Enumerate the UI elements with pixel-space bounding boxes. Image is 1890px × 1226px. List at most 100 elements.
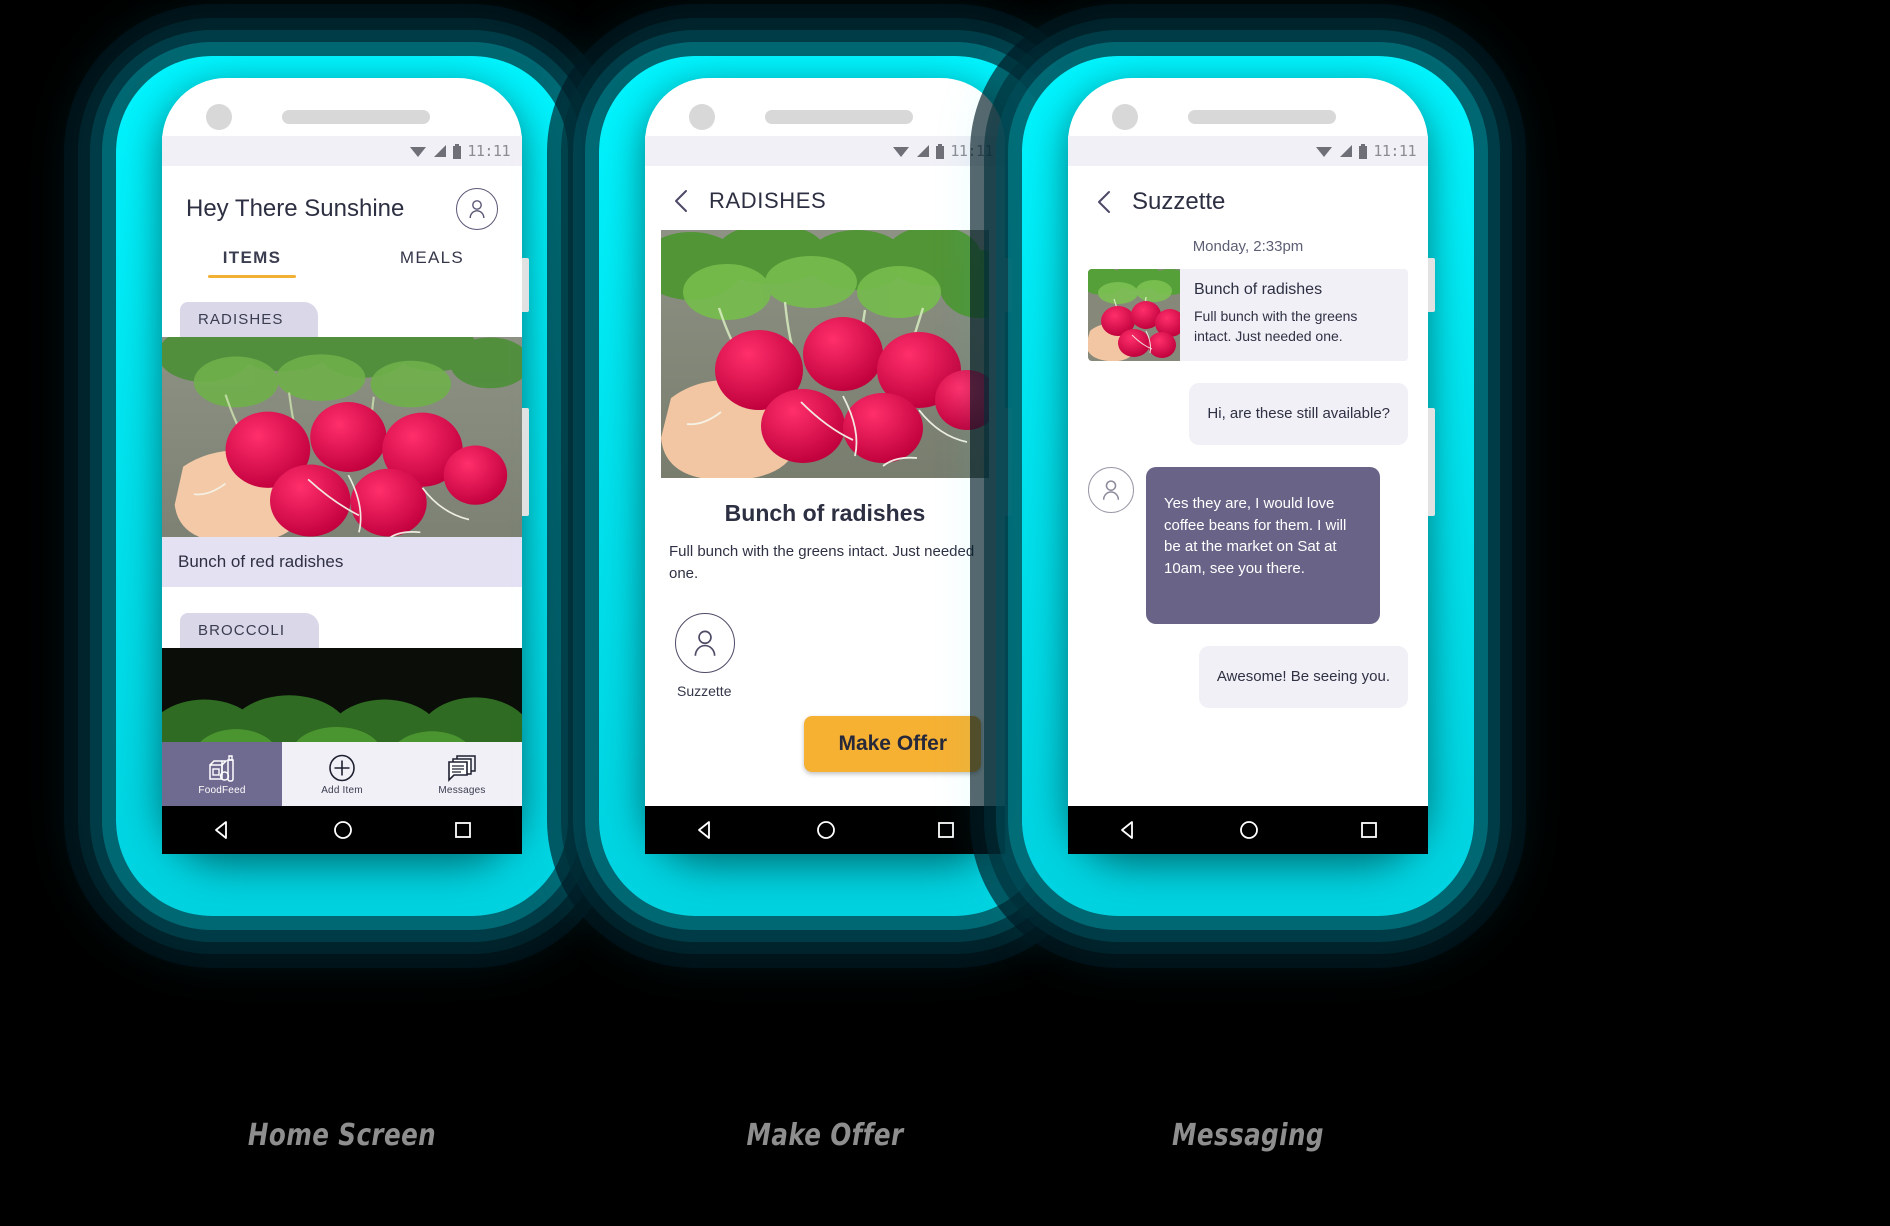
- radish-thumbnail: [1088, 269, 1180, 361]
- battery-icon: [936, 143, 945, 159]
- earpiece-speaker: [1188, 110, 1336, 124]
- tab-active-underline: [208, 275, 296, 278]
- item-title: Bunch of radishes: [724, 500, 926, 526]
- item-card-title: Bunch of radishes: [1194, 281, 1323, 298]
- listing-caption: Bunch of red radishes: [162, 537, 522, 587]
- seller-avatar: [675, 612, 735, 673]
- circle-home-icon[interactable]: [815, 819, 837, 841]
- listing-card-radishes[interactable]: Bunch of red radishes: [162, 337, 522, 587]
- message-bubble-outgoing[interactable]: Awesome! Be seeing you.: [1198, 645, 1408, 708]
- profile-avatar-button[interactable]: [456, 188, 498, 230]
- listing-chip-wrap-broccoli: BROCCOLI: [162, 587, 522, 648]
- listing-chip-wrap-radishes: RADISHES: [162, 288, 522, 337]
- listing-category-chip: BROCCOLI: [180, 613, 320, 648]
- page-title: Suzzette: [1132, 188, 1226, 215]
- status-bar: 11:11: [1068, 136, 1428, 166]
- android-nav-bar: [1068, 806, 1428, 854]
- person-avatar-icon: [694, 630, 716, 656]
- wifi-icon: [893, 147, 910, 157]
- triangle-back-icon[interactable]: [1117, 819, 1139, 841]
- android-nav-bar: [162, 806, 522, 854]
- message-row: Hi, are these still available?: [1088, 383, 1408, 445]
- front-camera-dot: [689, 104, 715, 130]
- seller-block[interactable]: Suzzette: [675, 612, 1005, 699]
- earpiece-speaker: [765, 110, 913, 124]
- signal-icon: [434, 145, 447, 157]
- wifi-icon: [410, 147, 427, 157]
- nav-foodfeed[interactable]: FoodFeed: [162, 742, 282, 806]
- status-time: 11:11: [467, 142, 510, 160]
- status-bar: 11:11: [645, 136, 1005, 166]
- groceries-icon: [209, 754, 234, 782]
- android-nav-bar: [645, 806, 1005, 854]
- home-screen: 11:11 Hey There Sunshine ITEMS MEALS RAD…: [162, 136, 522, 806]
- tab-meals-label: MEALS: [399, 248, 465, 267]
- item-card-text: Full bunch with the greens intact. Just …: [1194, 308, 1358, 344]
- status-time: 11:11: [950, 142, 993, 160]
- message-row: Bunch of radishes Full bunch with the gr…: [1088, 269, 1408, 361]
- circle-home-icon[interactable]: [1238, 819, 1260, 841]
- nav-messages-label: Messages: [438, 784, 486, 796]
- nav-messages[interactable]: Messages: [402, 742, 522, 806]
- radish-photo: [162, 337, 522, 537]
- person-avatar-icon: [469, 200, 485, 219]
- nav-add-item[interactable]: Add Item: [282, 742, 402, 806]
- bottom-navigation: FoodFeed Add Item Messages: [162, 742, 522, 806]
- phone-device-messaging: 11:11 Suzzette Monday, 2:33pm Bunch of r…: [1068, 78, 1435, 854]
- earpiece-speaker: [282, 110, 430, 124]
- phone-device-detail: 11:11 RADISHES Bunch of radishes Full bu…: [645, 78, 1012, 854]
- make-offer-button[interactable]: Make Offer: [804, 716, 981, 772]
- page-title: Hey There Sunshine: [186, 195, 405, 222]
- caption-home-screen: Home Screen: [247, 1118, 437, 1153]
- message-bubble-outgoing[interactable]: Hi, are these still available?: [1189, 383, 1408, 445]
- tab-items-label: ITEMS: [222, 248, 282, 267]
- messaging-screen: 11:11 Suzzette Monday, 2:33pm Bunch of r…: [1068, 136, 1428, 806]
- tab-items[interactable]: ITEMS: [162, 248, 342, 288]
- wifi-icon: [1316, 147, 1333, 157]
- message-bubble-incoming[interactable]: Yes they are, I would love coffee beans …: [1146, 466, 1380, 624]
- item-card-message[interactable]: Bunch of radishes Full bunch with the gr…: [1088, 269, 1408, 361]
- nav-add-item-label: Add Item: [321, 784, 363, 796]
- conversation-timestamp: Monday, 2:33pm: [1192, 238, 1304, 255]
- triangle-back-icon[interactable]: [694, 819, 716, 841]
- chevron-left-icon[interactable]: [1092, 189, 1118, 215]
- tab-meals[interactable]: MEALS: [342, 248, 522, 288]
- status-time: 11:11: [1373, 142, 1416, 160]
- battery-icon: [1359, 143, 1368, 159]
- nav-foodfeed-label: FoodFeed: [198, 784, 246, 796]
- square-recents-icon[interactable]: [936, 820, 956, 840]
- caption-messaging: Messaging: [1172, 1118, 1324, 1153]
- status-bar: 11:11: [162, 136, 522, 166]
- screenshot-stage: 11:11 Hey There Sunshine ITEMS MEALS RAD…: [0, 0, 1890, 1226]
- circle-home-icon[interactable]: [332, 819, 354, 841]
- plus-circle-icon: [329, 754, 355, 781]
- message-row: Awesome! Be seeing you.: [1088, 645, 1408, 708]
- signal-icon: [1340, 145, 1353, 157]
- square-recents-icon[interactable]: [1359, 820, 1379, 840]
- home-tabs: ITEMS MEALS: [162, 248, 522, 288]
- home-app-bar: Hey There Sunshine: [162, 166, 522, 230]
- item-card-body: Bunch of radishes Full bunch with the gr…: [1180, 269, 1408, 361]
- messaging-app-bar: Suzzette: [1068, 166, 1428, 216]
- page-title: RADISHES: [709, 188, 827, 213]
- chevron-left-icon[interactable]: [669, 188, 695, 214]
- detail-screen: 11:11 RADISHES Bunch of radishes Full bu…: [645, 136, 1005, 806]
- message-row: Yes they are, I would love coffee beans …: [1088, 466, 1408, 624]
- square-recents-icon[interactable]: [453, 820, 473, 840]
- caption-make-offer: Make Offer: [746, 1118, 904, 1153]
- detail-app-bar: RADISHES: [645, 166, 1005, 214]
- seller-name: Suzzette: [677, 682, 732, 699]
- battery-icon: [453, 143, 462, 159]
- contact-avatar: [1088, 466, 1134, 513]
- radish-photo: [661, 230, 989, 478]
- front-camera-dot: [1112, 104, 1138, 130]
- item-description: Full bunch with the greens intact. Just …: [669, 543, 975, 582]
- listing-category-chip: RADISHES: [180, 302, 318, 337]
- triangle-back-icon[interactable]: [211, 819, 233, 841]
- signal-icon: [917, 145, 930, 157]
- front-camera-dot: [206, 104, 232, 130]
- messages-icon: [448, 754, 476, 782]
- person-avatar-icon: [1102, 480, 1120, 500]
- detail-hero-wrap: [645, 214, 1005, 478]
- phone-device-home: 11:11 Hey There Sunshine ITEMS MEALS RAD…: [162, 78, 529, 854]
